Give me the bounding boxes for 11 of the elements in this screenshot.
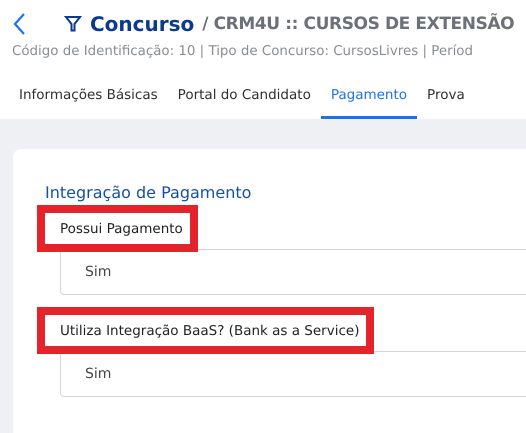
field-label: Possui Pagamento	[37, 205, 198, 252]
tab[interactable]: Informações Básicas	[9, 79, 168, 119]
field-label: Utiliza Integração BaaS? (Bank as a Service)	[37, 307, 374, 354]
tab[interactable]: Portal do Candidato	[168, 79, 321, 119]
tab[interactable]: Prova	[417, 79, 475, 119]
page-subtitle: / CRM4U :: CURSOS DE EXTENSÃO	[202, 14, 514, 34]
details-text: Código de Identificação: 10 | Tipo de Concurso: CursosLivres | Períod	[12, 44, 474, 59]
section-title: Integração de Pagamento	[45, 183, 252, 202]
select-field[interactable]: Sim	[60, 249, 526, 295]
page-title: Concurso	[90, 12, 194, 36]
select-field[interactable]: Sim	[60, 351, 526, 397]
